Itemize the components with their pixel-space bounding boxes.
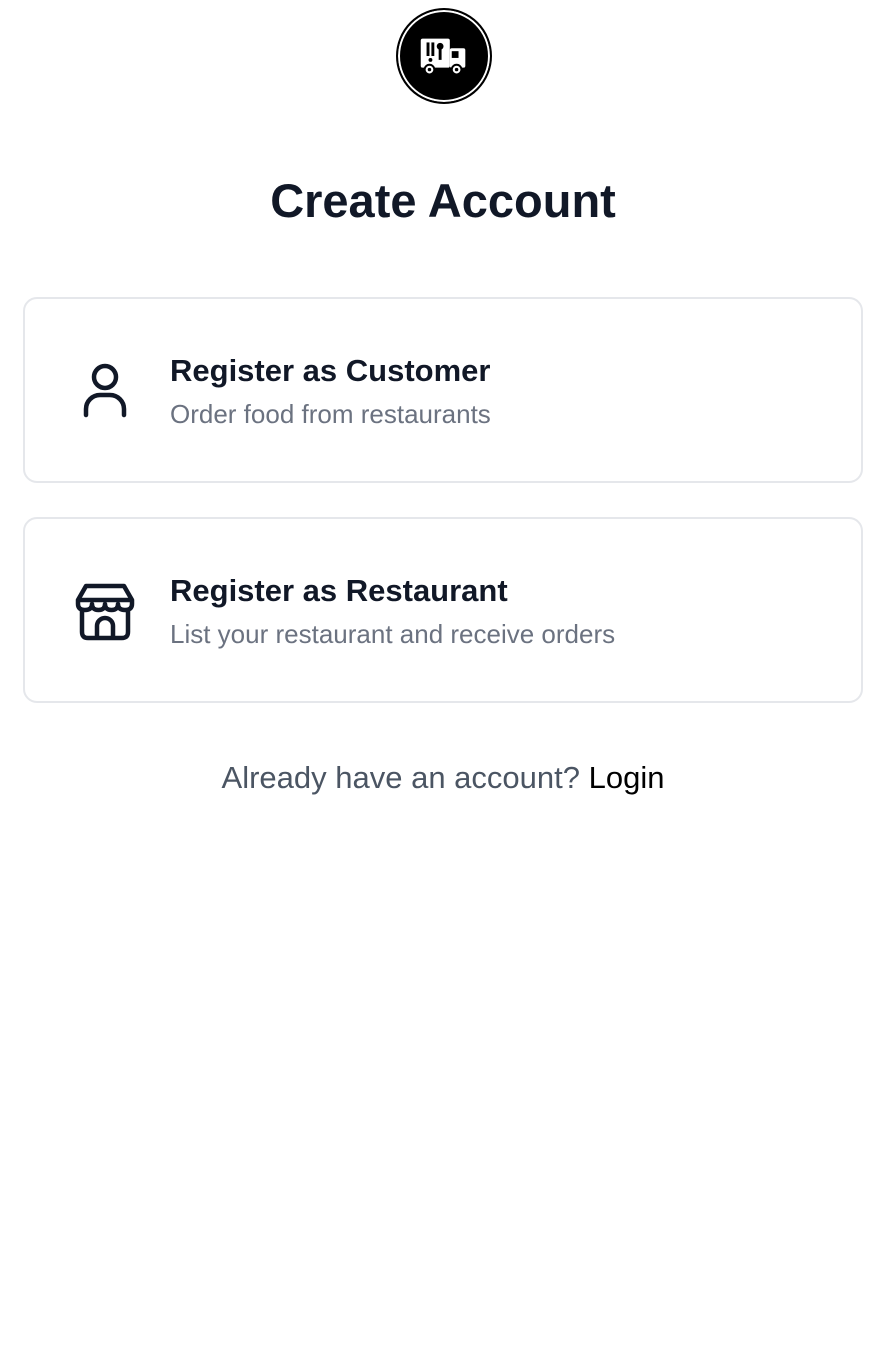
store-icon bbox=[73, 579, 137, 643]
login-prompt: Already have an account? Login bbox=[0, 758, 886, 798]
app-logo bbox=[396, 8, 492, 104]
register-restaurant-option[interactable]: Register as Restaurant List your restaur… bbox=[23, 517, 863, 703]
register-customer-option[interactable]: Register as Customer Order food from res… bbox=[23, 297, 863, 483]
register-customer-subtitle: Order food from restaurants bbox=[170, 399, 491, 429]
user-icon bbox=[73, 359, 137, 423]
register-restaurant-title: Register as Restaurant bbox=[170, 573, 508, 608]
register-restaurant-subtitle: List your restaurant and receive orders bbox=[170, 619, 616, 649]
login-prompt-text: Already have an account? bbox=[221, 760, 580, 795]
register-customer-title: Register as Customer bbox=[170, 353, 491, 388]
page-title: Create Account bbox=[270, 174, 616, 227]
login-link[interactable]: Login bbox=[589, 760, 665, 795]
food-truck-icon bbox=[420, 38, 466, 76]
